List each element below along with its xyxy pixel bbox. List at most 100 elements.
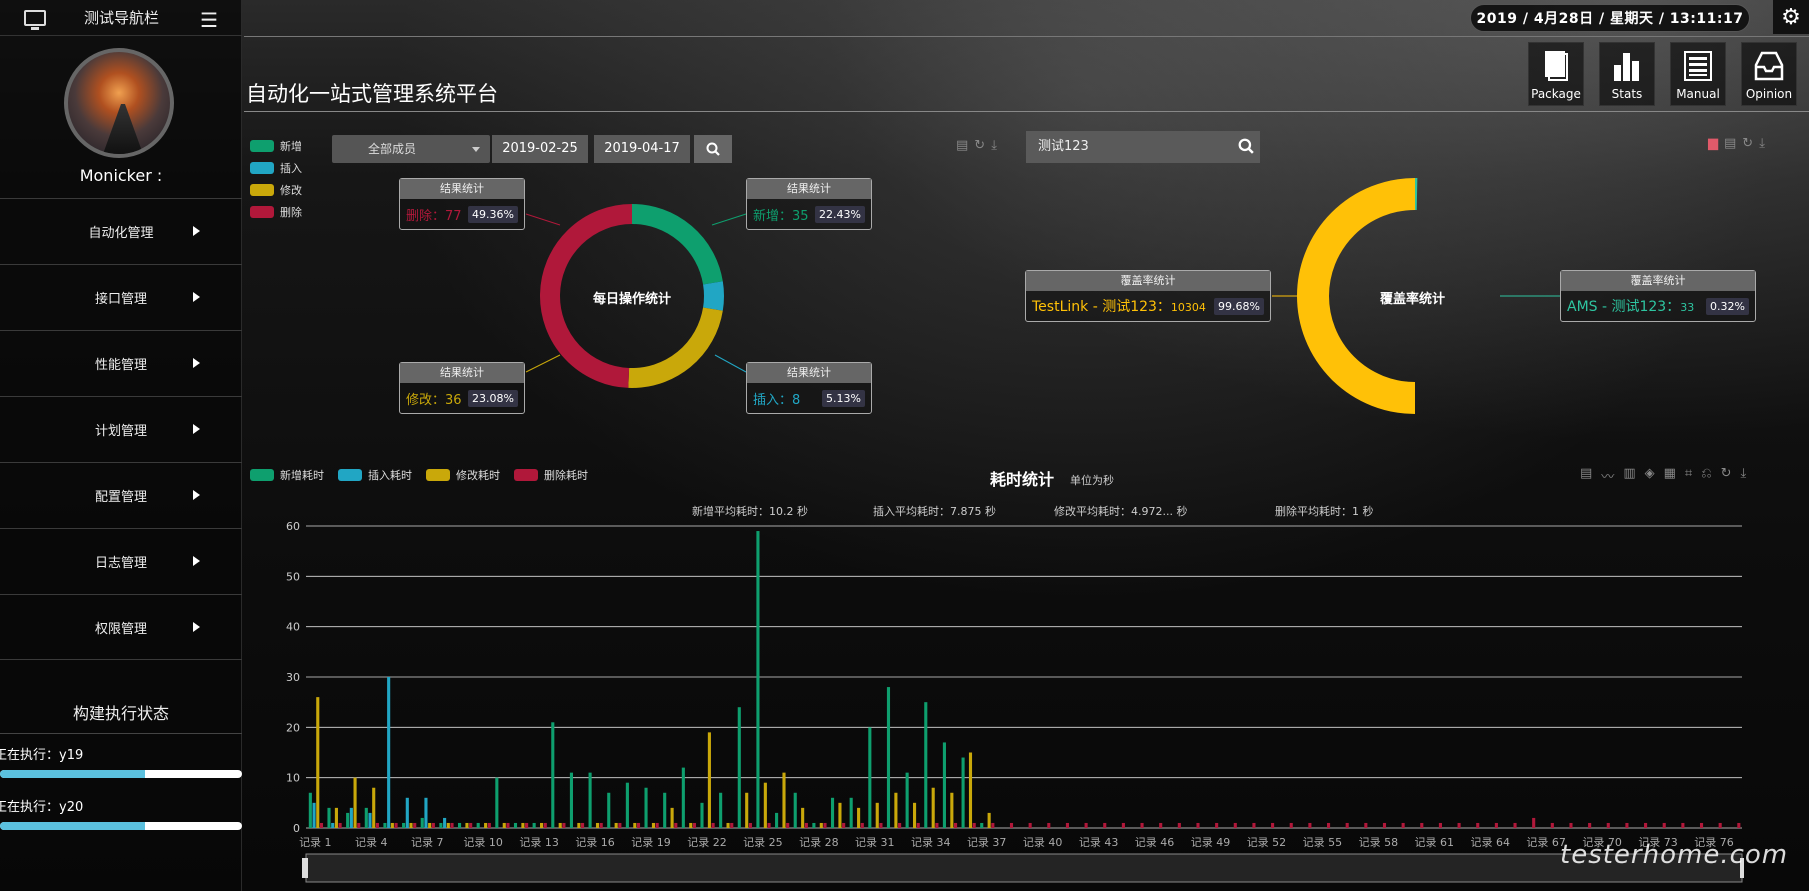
bar-删除耗时[interactable] xyxy=(748,822,752,828)
bar-删除耗时[interactable] xyxy=(1718,822,1722,828)
bar-删除耗时[interactable] xyxy=(1550,822,1554,828)
bar-删除耗时[interactable] xyxy=(1215,822,1219,828)
bar-新增耗时[interactable] xyxy=(402,822,406,828)
bar-删除耗时[interactable] xyxy=(954,822,958,828)
bar-删除耗时[interactable] xyxy=(599,822,603,828)
tiled-icon[interactable]: ▦ xyxy=(1664,466,1676,485)
bar-删除耗时[interactable] xyxy=(879,822,883,828)
bar-删除耗时[interactable] xyxy=(357,822,361,828)
download-icon[interactable]: ⤓ xyxy=(1741,466,1747,485)
bar-修改耗时[interactable] xyxy=(689,822,693,828)
bar-删除耗时[interactable] xyxy=(413,822,417,828)
bar-修改耗时[interactable] xyxy=(465,822,469,828)
bar-新增耗时[interactable] xyxy=(532,822,536,828)
bar-删除耗时[interactable] xyxy=(1177,822,1181,828)
bar-删除耗时[interactable] xyxy=(319,822,324,828)
bar-删除耗时[interactable] xyxy=(1532,817,1536,828)
bar-删除耗时[interactable] xyxy=(916,822,920,828)
bar-修改耗时[interactable] xyxy=(614,822,618,828)
bar-删除耗时[interactable] xyxy=(1271,822,1275,828)
bar-删除耗时[interactable] xyxy=(767,822,771,828)
bar-删除耗时[interactable] xyxy=(1140,822,1144,828)
bar-删除耗时[interactable] xyxy=(674,822,678,828)
stack-icon[interactable]: ◈ xyxy=(1645,466,1655,485)
bar-删除耗时[interactable] xyxy=(375,822,379,828)
line-chart-icon[interactable]: 〰 xyxy=(1601,466,1614,485)
bar-新增耗时[interactable] xyxy=(886,687,891,828)
bar-新增耗时[interactable] xyxy=(905,772,909,828)
bar-删除耗时[interactable] xyxy=(338,822,342,828)
bar-插入耗时[interactable] xyxy=(443,817,447,828)
bar-删除耗时[interactable] xyxy=(1308,822,1312,828)
legend-item[interactable]: 删除耗时 xyxy=(514,464,588,486)
bar-新增耗时[interactable] xyxy=(476,822,480,828)
bar-修改耗时[interactable] xyxy=(316,697,320,828)
bar-新增耗时[interactable] xyxy=(588,772,592,828)
bar-新增耗时[interactable] xyxy=(812,822,816,828)
bar-删除耗时[interactable] xyxy=(1009,822,1014,828)
bar-新增耗时[interactable] xyxy=(737,707,741,828)
bar-删除耗时[interactable] xyxy=(1401,822,1405,828)
bar-删除耗时[interactable] xyxy=(823,822,827,828)
bar-插入耗时[interactable] xyxy=(349,807,353,828)
bar-删除耗时[interactable] xyxy=(581,822,585,828)
bar-删除耗时[interactable] xyxy=(1289,822,1293,828)
bar-新增耗时[interactable] xyxy=(569,772,573,828)
bar-新增耗时[interactable] xyxy=(756,531,760,828)
bar-插入耗时[interactable] xyxy=(424,797,428,828)
bar-新增耗时[interactable] xyxy=(513,822,518,828)
bar-修改耗时[interactable] xyxy=(521,822,525,828)
bar-新增耗时[interactable] xyxy=(625,782,629,828)
bar-修改耗时[interactable] xyxy=(372,787,376,828)
bar-删除耗时[interactable] xyxy=(935,822,939,828)
bar-删除耗时[interactable] xyxy=(1345,822,1349,828)
data-view-icon[interactable]: ▤ xyxy=(1580,466,1592,485)
bar-新增耗时[interactable] xyxy=(830,797,835,828)
bar-新增耗时[interactable] xyxy=(644,787,648,828)
bar-删除耗时[interactable] xyxy=(655,822,659,828)
bar-修改耗时[interactable] xyxy=(875,802,879,828)
bar-修改耗时[interactable] xyxy=(931,787,935,828)
bar-删除耗时[interactable] xyxy=(1606,822,1610,828)
bar-删除耗时[interactable] xyxy=(543,822,547,828)
bar-删除耗时[interactable] xyxy=(1103,822,1107,828)
bar-修改耗时[interactable] xyxy=(912,802,917,828)
bar-修改耗时[interactable] xyxy=(428,822,432,828)
bar-新增耗时[interactable] xyxy=(663,792,667,828)
bar-删除耗时[interactable] xyxy=(469,822,473,828)
bar-插入耗时[interactable] xyxy=(312,802,316,828)
bar-插入耗时[interactable] xyxy=(331,822,335,828)
bar-删除耗时[interactable] xyxy=(842,822,846,828)
bar-删除耗时[interactable] xyxy=(1364,822,1368,828)
legend-item[interactable]: 新增耗时 xyxy=(250,464,324,486)
bar-新增耗时[interactable] xyxy=(607,792,611,828)
bar-修改耗时[interactable] xyxy=(409,822,413,828)
bar-删除耗时[interactable] xyxy=(487,822,491,828)
bar-新增耗时[interactable] xyxy=(719,792,723,828)
bar-修改耗时[interactable] xyxy=(894,792,898,828)
bar-删除耗时[interactable] xyxy=(1252,822,1256,828)
bar-删除耗时[interactable] xyxy=(860,822,864,828)
data-zoom-slider[interactable] xyxy=(305,853,1743,883)
bar-删除耗时[interactable] xyxy=(1047,822,1051,828)
bar-删除耗时[interactable] xyxy=(1569,822,1573,828)
bar-删除耗时[interactable] xyxy=(1084,822,1088,828)
refresh-icon[interactable]: ↻ xyxy=(1721,466,1732,485)
zoom-reset-icon[interactable]: ⎌ xyxy=(1701,466,1711,485)
bar-修改耗时[interactable] xyxy=(763,782,767,828)
bar-删除耗时[interactable] xyxy=(1588,822,1592,828)
bar-修改耗时[interactable] xyxy=(745,792,749,828)
bar-删除耗时[interactable] xyxy=(991,822,995,828)
bar-删除耗时[interactable] xyxy=(1065,822,1070,828)
bar-新增耗时[interactable] xyxy=(942,742,946,828)
bar-删除耗时[interactable] xyxy=(1625,822,1629,828)
bar-删除耗时[interactable] xyxy=(525,822,529,828)
bar-删除耗时[interactable] xyxy=(1121,822,1125,828)
bar-删除耗时[interactable] xyxy=(1662,822,1666,828)
bar-删除耗时[interactable] xyxy=(506,822,510,828)
bar-删除耗时[interactable] xyxy=(1159,822,1163,828)
bar-删除耗时[interactable] xyxy=(1196,822,1200,828)
bar-修改耗时[interactable] xyxy=(819,822,823,828)
bar-新增耗时[interactable] xyxy=(700,802,704,828)
bar-删除耗时[interactable] xyxy=(450,822,454,828)
